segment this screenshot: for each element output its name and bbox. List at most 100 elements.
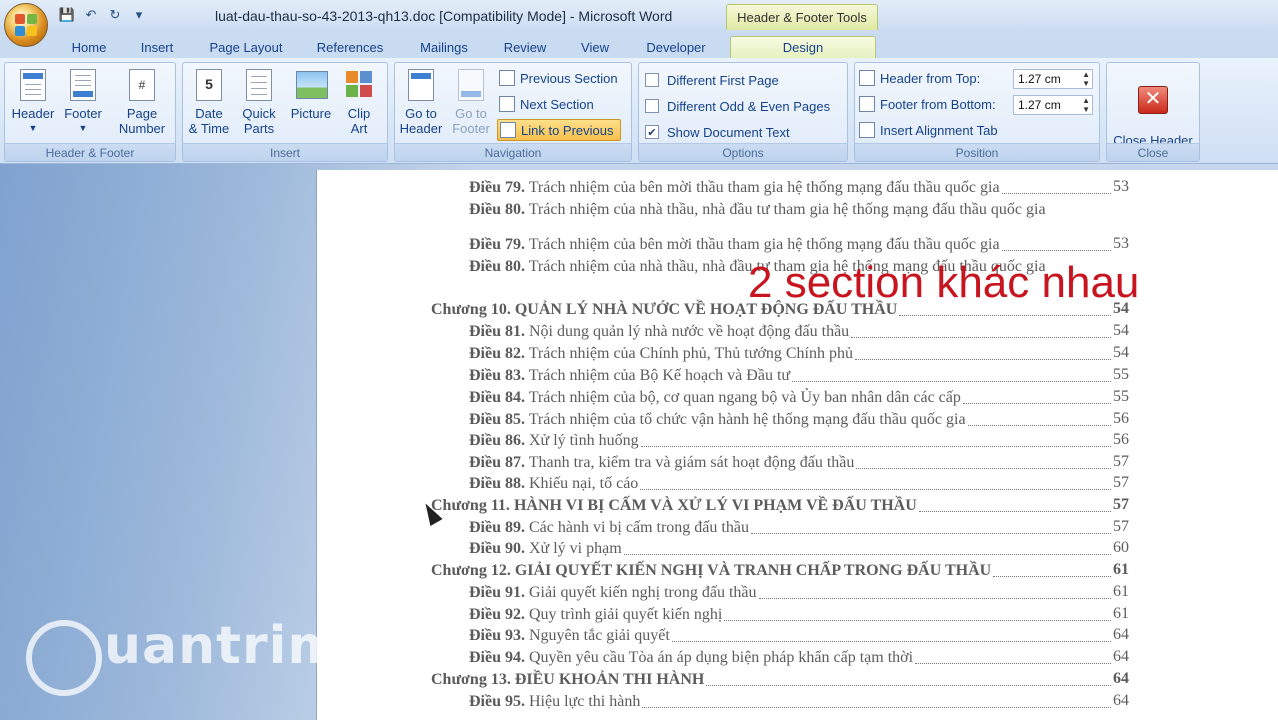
toc-leader-dots — [640, 433, 1111, 447]
different-first-page-option[interactable]: Different First Page — [645, 69, 779, 91]
toc-article-entry[interactable]: Điều 84. Trách nhiệm của bộ, cơ quan nga… — [469, 388, 961, 408]
page-number-button[interactable]: # Page Number — [113, 67, 171, 143]
clip-art-button[interactable]: Clip Art — [335, 67, 383, 143]
toc-article-entry[interactable]: Điều 95. Hiệu lực thi hành — [469, 692, 640, 712]
picture-label: Picture — [290, 106, 332, 121]
toc-entry-number: Điều 84. — [469, 389, 525, 406]
contextual-tab-group-label: Header & Footer Tools — [726, 4, 878, 30]
tab-view[interactable]: View — [570, 36, 620, 58]
toc-article-entry[interactable]: Điều 87. Thanh tra, kiểm tra và giám sát… — [469, 453, 854, 473]
toc-entry-title: Trách nhiệm của nhà thầu, nhà đầu tư tha… — [525, 201, 1046, 218]
footer-icon — [66, 67, 100, 103]
insert-alignment-tab-label: Insert Alignment Tab — [880, 122, 998, 138]
group-close: ✕ Close Header and Footer Close — [1106, 62, 1200, 163]
link-to-previous-button[interactable]: Link to Previous — [497, 119, 621, 141]
toc-article-entry[interactable]: Điều 82. Trách nhiệm của Chính phủ, Thủ … — [469, 344, 853, 364]
toc-entry-number: Điều 83. — [469, 367, 525, 384]
toc-article-entry[interactable]: Điều 83. Trách nhiệm của Bộ Kế hoạch và … — [469, 366, 790, 386]
next-section-button[interactable]: Next Section — [499, 93, 594, 115]
toc-leader-dots — [724, 607, 1111, 621]
spinner-arrows-icon[interactable]: ▲ ▼ — [1082, 70, 1090, 88]
toc-article-entry[interactable]: Điều 81. Nội dung quản lý nhà nước về ho… — [469, 322, 849, 342]
header-button[interactable]: Header ▼ — [9, 67, 57, 143]
date-time-label: Date & Time — [188, 106, 230, 136]
toc-article-entry[interactable]: Điều 85. Trách nhiệm của tổ chức vận hàn… — [469, 410, 966, 430]
tab-insert[interactable]: Insert — [130, 36, 184, 58]
toc-article-entry[interactable]: Điều 90. Xử lý vi phạm — [469, 539, 622, 559]
undo-icon[interactable]: ↶ — [82, 6, 100, 24]
go-to-header-button[interactable]: Go to Header — [397, 67, 445, 143]
save-icon[interactable]: 💾 — [58, 6, 76, 24]
tab-mailings[interactable]: Mailings — [408, 36, 480, 58]
group-options: Different First Page Different Odd & Eve… — [638, 62, 848, 162]
toc-page-number: 53 — [1113, 235, 1129, 252]
toc-article-entry[interactable]: Điều 93. Nguyên tắc giải quyết — [469, 626, 670, 646]
toc-article-entry[interactable]: Điều 79. Trách nhiệm của bên mời thầu th… — [469, 178, 1000, 198]
date-time-button[interactable]: 5 Date & Time — [185, 67, 233, 143]
picture-button[interactable]: Picture — [287, 67, 335, 143]
different-first-page-label: Different First Page — [667, 72, 779, 88]
toc-entry-number: Điều 89. — [469, 519, 525, 536]
annotation-text: 2 section khác nhau — [748, 258, 1140, 307]
quick-access-toolbar: 💾 ↶ ↻ ▾ — [58, 6, 148, 24]
quick-parts-button[interactable]: Quick Parts — [235, 67, 283, 143]
toc-leader-dots — [758, 585, 1111, 599]
different-first-page-checkbox[interactable] — [645, 73, 659, 87]
link-to-previous-label: Link to Previous — [521, 122, 614, 138]
toc-page-number: 57 — [1113, 496, 1129, 513]
tab-home[interactable]: Home — [62, 36, 116, 58]
toc-article-entry[interactable]: Điều 79. Trách nhiệm của bên mời thầu th… — [469, 235, 1000, 255]
toc-entry-title: Các hành vi bị cấm trong đấu thầu — [525, 519, 749, 536]
previous-section-button[interactable]: Previous Section — [499, 67, 618, 89]
quick-parts-icon — [242, 67, 276, 103]
footer-from-bottom-label-row: Footer from Bottom: — [859, 93, 996, 115]
toc-entry-number: Điều 85. — [469, 411, 525, 428]
tab-references[interactable]: References — [306, 36, 394, 58]
footer-button[interactable]: Footer ▼ — [59, 67, 107, 143]
show-document-text-checkbox[interactable]: ✔ — [645, 125, 659, 139]
toc-entry-number: Chương 12. — [431, 562, 511, 579]
tab-review[interactable]: Review — [494, 36, 556, 58]
footer-from-bottom-spinner[interactable]: 1.27 cm ▲ ▼ — [1013, 95, 1093, 115]
group-label-options: Options — [639, 143, 847, 161]
toc-entry-title: Quy trình giải quyết kiến nghị — [525, 606, 723, 623]
toc-entry-title: Trách nhiệm của bộ, cơ quan ngang bộ và … — [525, 389, 961, 406]
toc-entry-number: Điều 82. — [469, 345, 525, 362]
toc-chapter-entry[interactable]: Chương 12. GIẢI QUYẾT KIẾN NGHỊ VÀ TRANH… — [431, 561, 991, 581]
toc-leader-dots — [854, 346, 1111, 360]
toc-article-entry[interactable]: Điều 91. Giải quyết kiến nghị trong đấu … — [469, 583, 757, 603]
toc-article-entry[interactable]: Điều 88. Khiếu nại, tố cáo — [469, 474, 638, 494]
toc-entry-number: Điều 88. — [469, 475, 525, 492]
toc-article-entry[interactable]: Điều 86. Xử lý tình huống — [469, 431, 639, 451]
toc-entry-title: Quyền yêu cầu Tòa án áp dụng biện pháp k… — [525, 649, 914, 666]
office-button[interactable] — [4, 3, 48, 47]
tab-developer[interactable]: Developer — [636, 36, 716, 58]
group-navigation: Go to Header Go to Footer Previous Secti… — [394, 62, 632, 162]
watermark: uantrimang — [104, 616, 455, 676]
document-page[interactable]: Điều 79. Trách nhiệm của bên mời thầu th… — [316, 170, 1278, 720]
toc-article-entry[interactable]: Điều 92. Quy trình giải quyết kiến nghị — [469, 605, 722, 625]
toc-leader-dots — [623, 541, 1111, 555]
toc-entry-number: Điều 91. — [469, 584, 525, 601]
toc-entry-number: Điều 93. — [469, 627, 525, 644]
alignment-tab-icon — [859, 122, 875, 138]
toc-article-entry[interactable]: Điều 89. Các hành vi bị cấm trong đấu th… — [469, 518, 749, 538]
insert-alignment-tab-button[interactable]: Insert Alignment Tab — [859, 119, 998, 141]
toc-chapter-entry[interactable]: Chương 13. ĐIỀU KHOẢN THI HÀNH — [431, 670, 704, 690]
next-section-label: Next Section — [520, 96, 594, 112]
tab-design[interactable]: Design — [730, 36, 876, 58]
redo-icon[interactable]: ↻ — [106, 6, 124, 24]
spinner-arrows-icon[interactable]: ▲ ▼ — [1082, 96, 1090, 114]
header-from-top-spinner[interactable]: 1.27 cm ▲ ▼ — [1013, 69, 1093, 89]
watermark-bulb-icon — [26, 620, 102, 696]
toc-article-entry[interactable]: Điều 80. Trách nhiệm của nhà thầu, nhà đ… — [469, 200, 1046, 220]
show-document-text-option[interactable]: ✔ Show Document Text — [645, 121, 790, 143]
customize-qat-icon[interactable]: ▾ — [130, 6, 148, 24]
group-insert: 5 Date & Time Quick Parts Picture Clip A… — [182, 62, 388, 162]
toc-chapter-entry[interactable]: Chương 11. HÀNH VI BỊ CẤM VÀ XỬ LÝ VI PH… — [431, 496, 917, 516]
different-odd-even-checkbox[interactable] — [645, 99, 659, 113]
different-odd-even-option[interactable]: Different Odd & Even Pages — [645, 95, 830, 117]
toc-article-entry[interactable]: Điều 94. Quyền yêu cầu Tòa án áp dụng bi… — [469, 648, 913, 668]
tab-page-layout[interactable]: Page Layout — [200, 36, 292, 58]
go-to-footer-button[interactable]: Go to Footer — [447, 67, 495, 143]
